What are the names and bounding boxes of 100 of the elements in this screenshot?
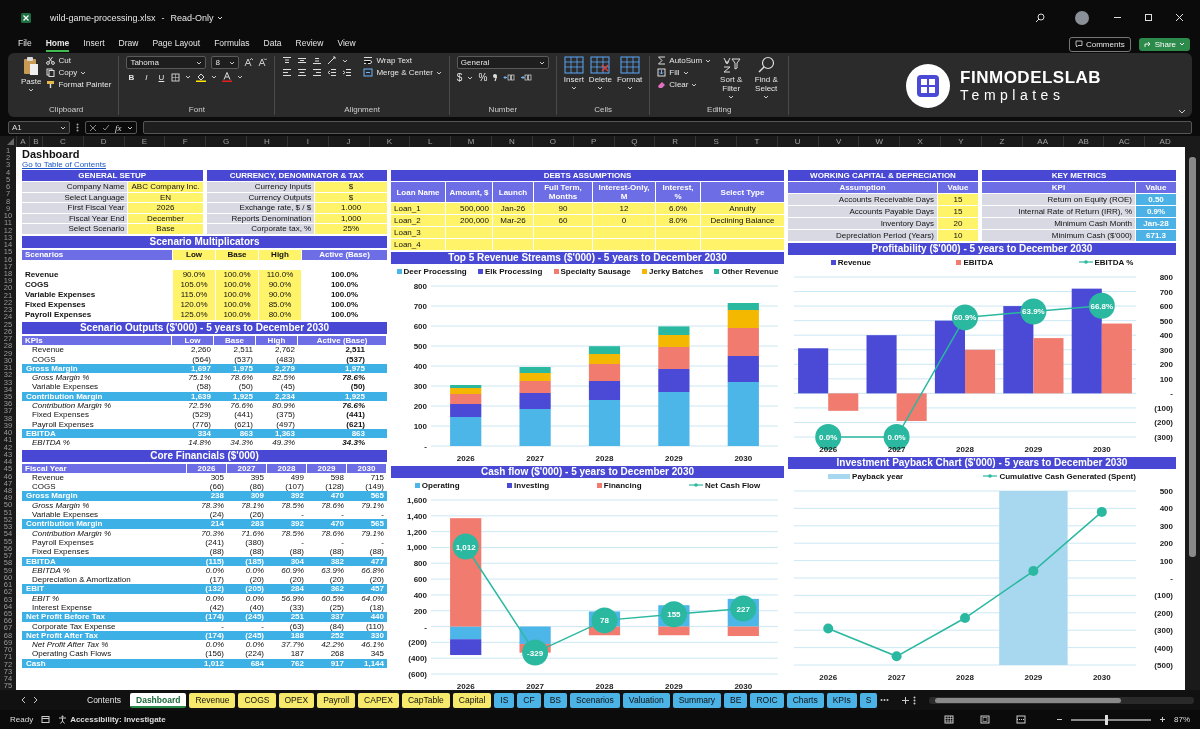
zoom-in-icon[interactable] bbox=[1159, 716, 1166, 723]
page-layout-icon[interactable] bbox=[980, 715, 990, 724]
sheet-tab[interactable]: Capital bbox=[452, 692, 492, 708]
merge-center-button[interactable]: Merge & Center bbox=[363, 68, 442, 77]
sort-filter-button[interactable]: Sort & Filter bbox=[716, 56, 747, 100]
table-cell[interactable]: 500,000 bbox=[446, 203, 492, 214]
more-sheets-icon[interactable] bbox=[880, 696, 890, 704]
table-cell[interactable]: 60 bbox=[534, 215, 592, 226]
next-sheet-icon[interactable] bbox=[31, 696, 39, 704]
multiplier-input[interactable]: 105.0% bbox=[173, 279, 215, 290]
field-value[interactable]: $ bbox=[315, 182, 387, 192]
sheet-tab[interactable]: S bbox=[859, 692, 878, 708]
multiplier-input[interactable]: 100.0% bbox=[216, 289, 258, 300]
menu-tab[interactable]: Page Layout bbox=[152, 36, 201, 52]
maximize-icon[interactable] bbox=[1144, 13, 1153, 22]
field-value[interactable]: December bbox=[128, 213, 203, 224]
wrap-text-button[interactable]: Wrap Text bbox=[363, 56, 442, 65]
menu-tab[interactable]: Data bbox=[263, 36, 282, 52]
comments-button[interactable]: Comments bbox=[1068, 36, 1131, 52]
close-icon[interactable] bbox=[1175, 13, 1184, 22]
multiplier-input[interactable]: 90.0% bbox=[173, 269, 215, 280]
formula-input[interactable] bbox=[142, 121, 1192, 134]
font-color-icon[interactable] bbox=[222, 72, 233, 82]
sheet-tab[interactable]: COGS bbox=[238, 692, 276, 708]
field-value[interactable]: 2026 bbox=[128, 203, 203, 213]
table-cell[interactable]: 10 bbox=[938, 230, 978, 241]
sheet-tab[interactable]: CF bbox=[517, 692, 541, 708]
sheet-tab[interactable]: BS bbox=[543, 692, 568, 708]
field-value[interactable]: ABC Company Inc. bbox=[128, 182, 203, 192]
format-painter-button[interactable]: Format Painter bbox=[46, 80, 112, 89]
field-value[interactable]: Base bbox=[128, 224, 203, 234]
cancel-icon[interactable] bbox=[89, 123, 97, 132]
table-cell[interactable]: 200,000 bbox=[446, 215, 492, 226]
font-size-dropdown[interactable]: 8 bbox=[211, 56, 240, 69]
cut-button[interactable]: Cut bbox=[46, 56, 112, 65]
previous-sheet-icon[interactable] bbox=[20, 696, 28, 704]
shrink-font-icon[interactable] bbox=[258, 58, 268, 67]
sheet-tab[interactable]: Scenarios bbox=[570, 692, 620, 708]
autosum-button[interactable]: AutoSum bbox=[657, 56, 712, 65]
name-box[interactable]: A1 bbox=[8, 121, 70, 134]
menu-tab[interactable]: File bbox=[18, 36, 32, 52]
check-icon[interactable] bbox=[102, 123, 110, 132]
menu-tab[interactable]: Review bbox=[295, 36, 324, 52]
normal-view-icon[interactable] bbox=[944, 715, 954, 724]
table-cell[interactable]: Jan-26 bbox=[493, 203, 533, 214]
table-cell[interactable]: Mar-26 bbox=[493, 215, 533, 226]
grow-font-icon[interactable] bbox=[244, 58, 254, 67]
menu-tab[interactable]: Insert bbox=[83, 36, 105, 52]
menu-tab[interactable]: View bbox=[337, 36, 356, 52]
multiplier-input[interactable]: 100.0% bbox=[216, 269, 258, 280]
text-style-button[interactable]: U bbox=[156, 72, 167, 82]
multiplier-input[interactable]: 115.0% bbox=[173, 289, 215, 300]
table-cell[interactable]: 15 bbox=[938, 206, 978, 217]
search-icon[interactable] bbox=[1035, 12, 1045, 23]
field-value[interactable]: 1,000 bbox=[315, 213, 387, 224]
add-sheet-icon[interactable] bbox=[901, 695, 911, 705]
options-icon[interactable] bbox=[913, 695, 917, 705]
read-only-menu[interactable]: Read-Only bbox=[170, 12, 223, 23]
multiplier-input[interactable]: 90.0% bbox=[259, 289, 301, 300]
sheet-tab[interactable]: OPEX bbox=[278, 692, 315, 708]
table-cell[interactable]: Annuity bbox=[701, 203, 784, 214]
multiplier-input[interactable]: 110.0% bbox=[259, 269, 301, 280]
sheet-tab[interactable]: CAPEX bbox=[358, 692, 399, 708]
sheet-tab[interactable]: Valuation bbox=[622, 692, 670, 708]
insert-function-button[interactable]: fx bbox=[115, 122, 122, 133]
table-cell[interactable]: Declining Balance bbox=[701, 215, 784, 226]
sheet-tab[interactable]: BE bbox=[724, 692, 748, 708]
number-style-button[interactable]: $ bbox=[456, 72, 463, 83]
font-name-dropdown[interactable]: Tahoma bbox=[126, 56, 207, 69]
slider-thumb[interactable] bbox=[1105, 714, 1109, 725]
table-cell[interactable]: 0 bbox=[593, 215, 655, 226]
field-value[interactable]: EN bbox=[128, 192, 203, 203]
field-value[interactable]: 1.000 bbox=[315, 203, 387, 213]
table-cell[interactable]: 20 bbox=[938, 218, 978, 229]
table-cell[interactable]: 90 bbox=[534, 203, 592, 214]
number-style-button[interactable]: % bbox=[478, 72, 488, 83]
multiplier-input[interactable]: 90.0% bbox=[259, 279, 301, 290]
sheet-tab[interactable]: IS bbox=[494, 692, 515, 708]
clear-button[interactable]: Clear bbox=[657, 80, 712, 89]
sheet-tab[interactable]: ROIC bbox=[750, 692, 784, 708]
horizontal-scrollbar[interactable] bbox=[929, 696, 1194, 704]
decrease-decimal-icon[interactable] bbox=[520, 73, 533, 82]
find-select-button[interactable]: Find & Select bbox=[751, 56, 782, 100]
menu-tab[interactable]: Draw bbox=[118, 36, 139, 52]
field-value[interactable]: 25% bbox=[315, 224, 387, 234]
cells-button[interactable]: Delete bbox=[588, 56, 612, 91]
multiplier-input[interactable]: 100.0% bbox=[216, 299, 258, 310]
table-of-contents-link[interactable]: Go to Table of Contents bbox=[22, 160, 106, 169]
comma-style-icon[interactable] bbox=[492, 73, 499, 82]
multiplier-input[interactable]: 125.0% bbox=[173, 309, 215, 320]
fill-color-icon[interactable] bbox=[196, 72, 207, 82]
cells-button[interactable]: Insert bbox=[563, 56, 584, 91]
share-button[interactable]: Share bbox=[1138, 37, 1190, 51]
multiplier-input[interactable]: 100.0% bbox=[216, 309, 258, 320]
number-format-dropdown[interactable]: General bbox=[456, 56, 549, 69]
sheet-tab[interactable]: Charts bbox=[786, 692, 824, 708]
vertical-scrollbar[interactable] bbox=[1185, 147, 1200, 690]
multiplier-input[interactable]: 100.0% bbox=[216, 279, 258, 290]
zoom-out-icon[interactable] bbox=[1056, 716, 1063, 723]
copy-button[interactable]: Copy bbox=[46, 68, 112, 77]
